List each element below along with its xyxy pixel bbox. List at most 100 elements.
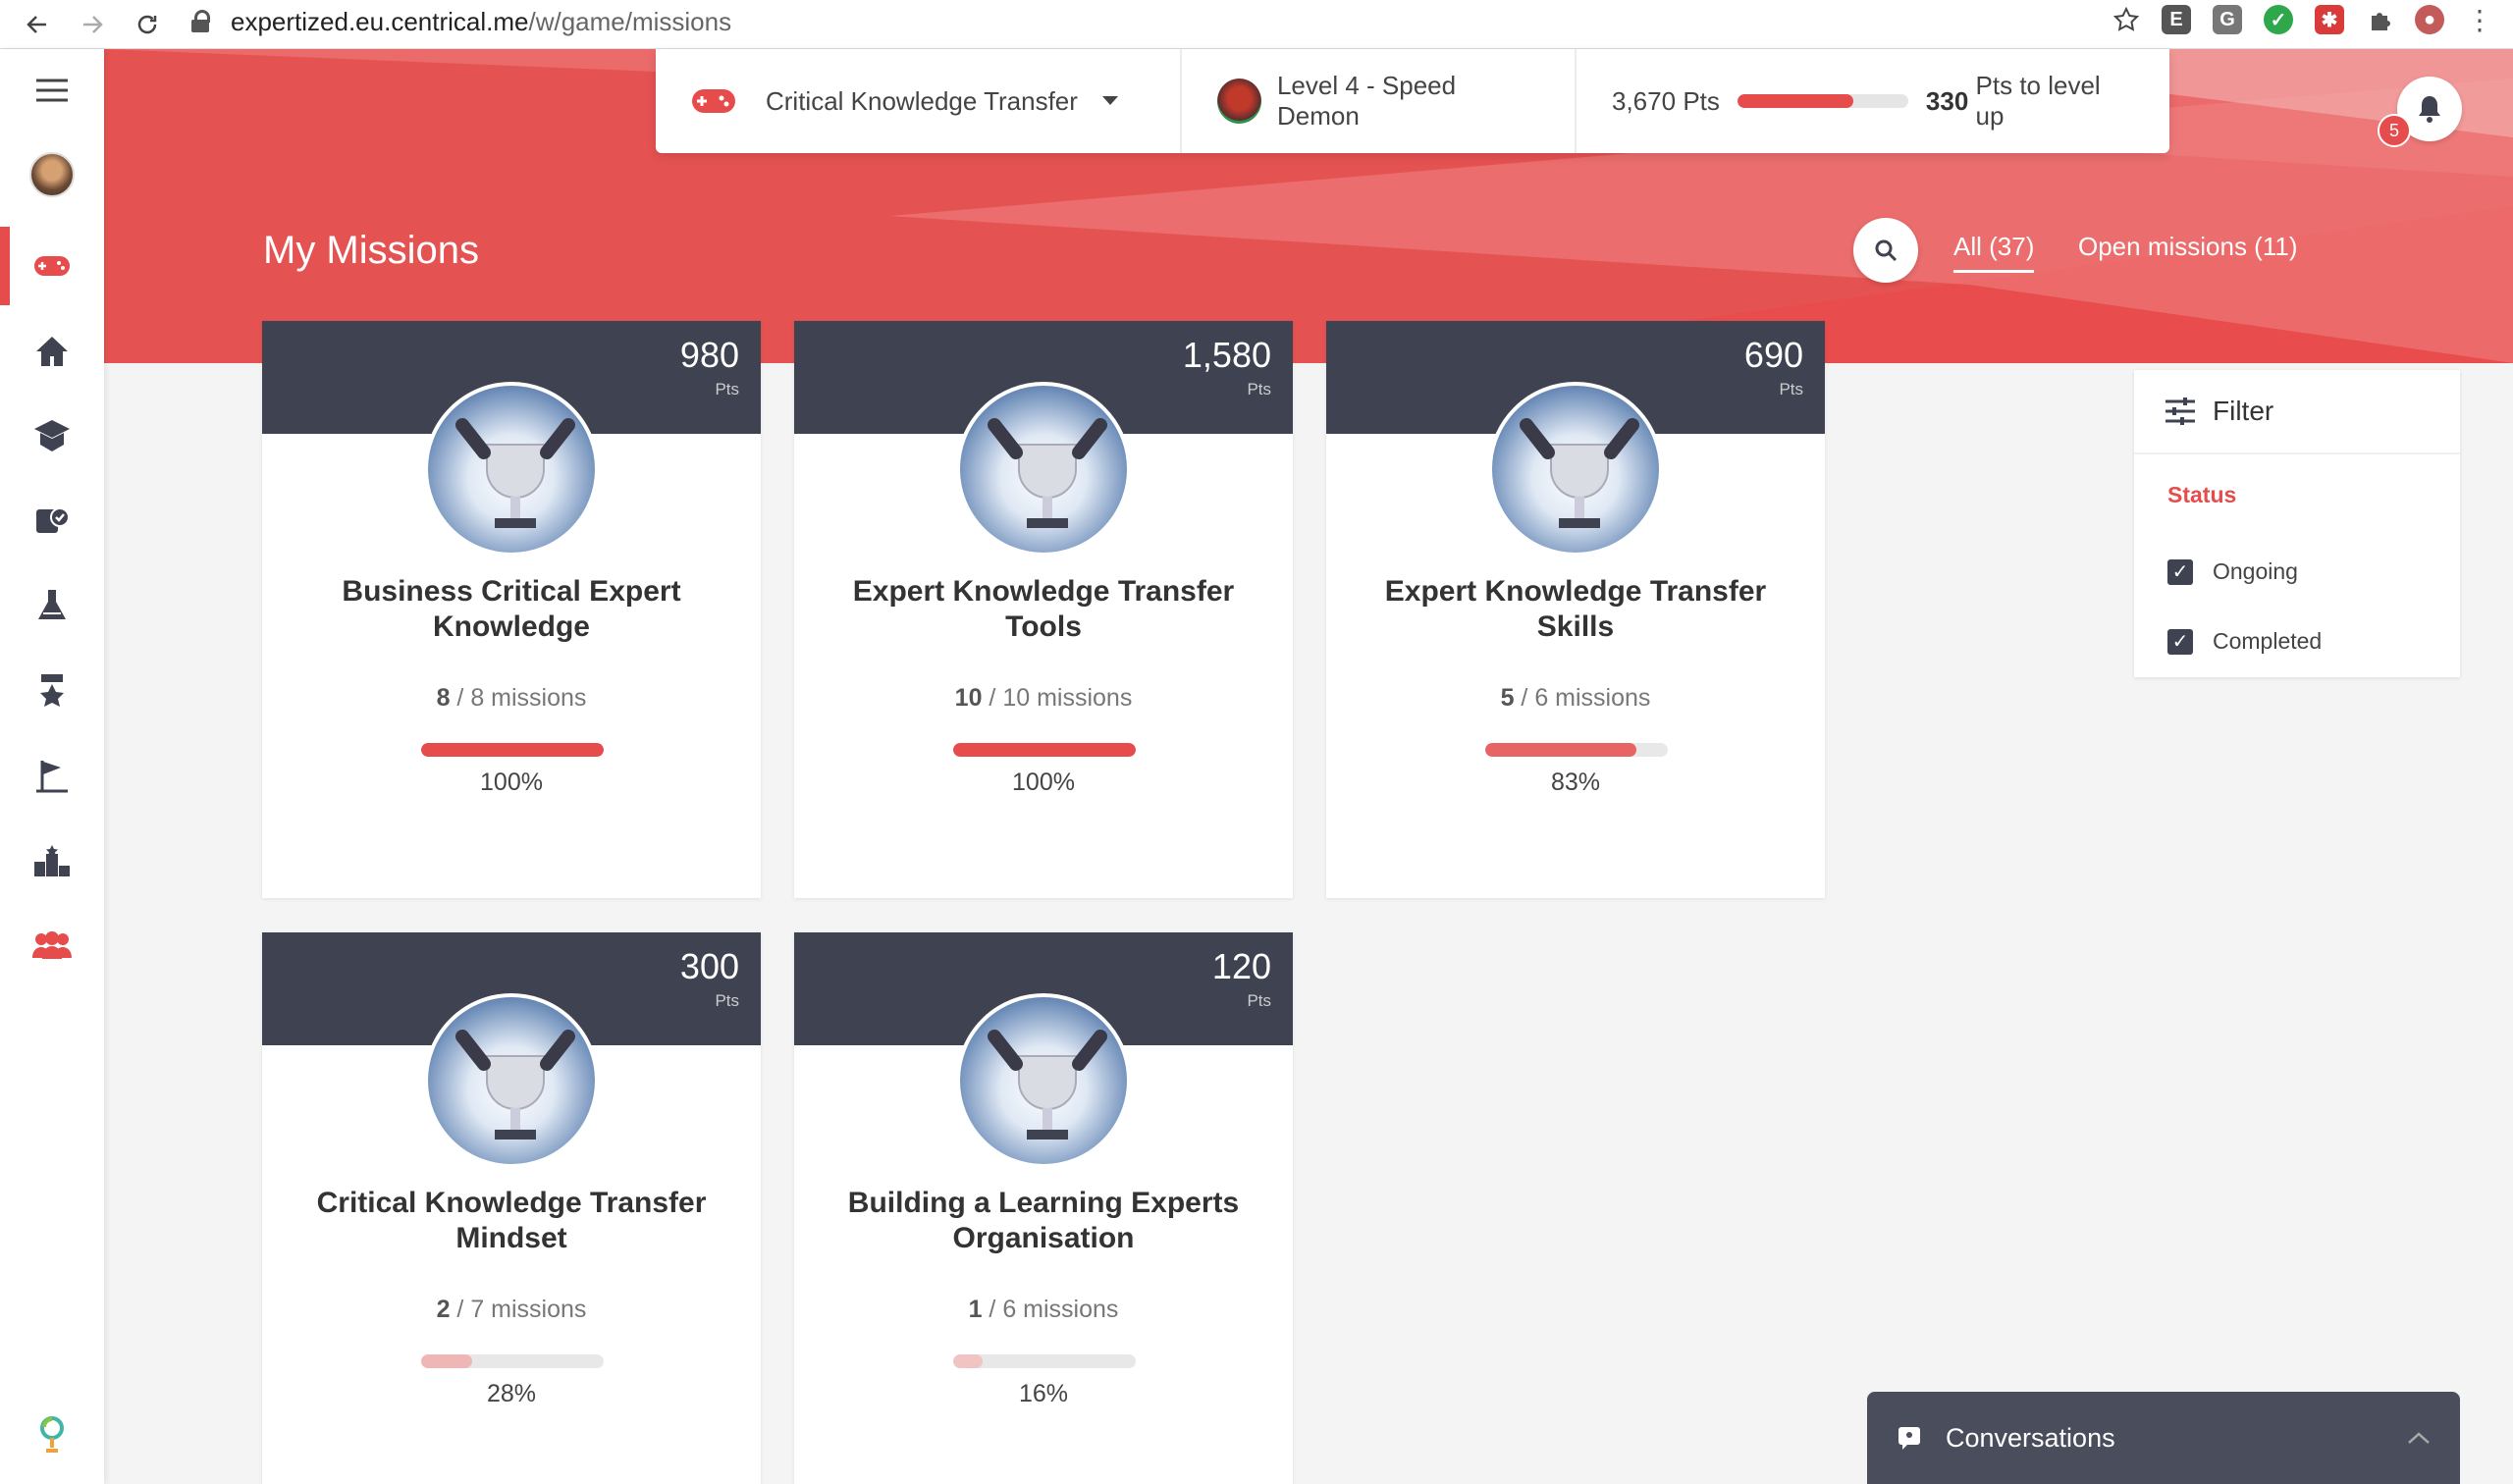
mission-points: 300 bbox=[679, 946, 739, 986]
url-host: expertized.eu.centrical.me bbox=[231, 6, 529, 36]
mission-progress-label: 100% bbox=[480, 768, 543, 796]
filter-title: Filter bbox=[2213, 396, 2274, 426]
challenge-icon bbox=[38, 590, 66, 619]
mission-progress-bar bbox=[421, 1354, 604, 1368]
mission-points-unit: Pts bbox=[1779, 380, 1803, 398]
game-name: Critical Knowledge Transfer bbox=[766, 85, 1078, 116]
conversations-label: Conversations bbox=[1946, 1422, 2115, 1453]
points-indicator: 3,670 Pts 330 Pts to level up bbox=[1577, 49, 2169, 153]
mission-title: Expert Knowledge Transfer Tools bbox=[852, 575, 1235, 643]
lock-icon bbox=[191, 10, 211, 33]
filter-option-completed[interactable]: ✓ Completed bbox=[2167, 628, 2322, 655]
address-bar[interactable]: expertized.eu.centrical.me/w/game/missio… bbox=[191, 2, 2076, 41]
sidebar-item-team[interactable] bbox=[0, 906, 104, 984]
sidebar-item-home[interactable] bbox=[0, 312, 104, 391]
level-up-points: 330 bbox=[1925, 85, 1969, 116]
profile-avatar-icon[interactable]: ● bbox=[2415, 5, 2444, 34]
sidebar-item-leaderboard[interactable] bbox=[0, 822, 104, 900]
conversations-panel[interactable]: Conversations bbox=[1867, 1392, 2460, 1484]
mission-title: Building a Learning Experts Organisation bbox=[847, 1187, 1240, 1254]
goals-icon bbox=[36, 761, 68, 793]
trophy-image bbox=[956, 382, 1131, 556]
extension-red-icon[interactable]: ✱ bbox=[2315, 5, 2344, 34]
filter-header[interactable]: Filter bbox=[2134, 370, 2460, 454]
mission-count: 10 / 10 missions bbox=[954, 684, 1133, 712]
sidebar bbox=[0, 49, 104, 1484]
mission-progress-bar bbox=[953, 1354, 1136, 1368]
trophy-image bbox=[424, 382, 599, 556]
extensions-puzzle-icon[interactable] bbox=[2366, 6, 2393, 33]
trophy-image bbox=[956, 993, 1131, 1168]
mission-card[interactable]: 690 Pts Expert Knowledge Transfer Skills … bbox=[1326, 321, 1825, 898]
browser-menu-icon[interactable]: ⋮ bbox=[2466, 4, 2493, 36]
mission-progress-label: 83% bbox=[1550, 768, 1601, 796]
mission-card[interactable]: 1,580 Pts Expert Knowledge Transfer Tools… bbox=[794, 321, 1293, 898]
level-indicator: Level 4 - Speed Demon bbox=[1182, 49, 1577, 153]
tab-open-missions[interactable]: Open missions (11) bbox=[2078, 232, 2298, 262]
mission-count: 2 / 7 missions bbox=[436, 1296, 587, 1323]
bookmark-star-icon[interactable] bbox=[2112, 6, 2140, 33]
back-icon[interactable] bbox=[20, 7, 55, 42]
team-icon bbox=[32, 931, 72, 959]
search-button[interactable] bbox=[1853, 218, 1918, 283]
forward-icon[interactable] bbox=[75, 7, 110, 42]
mission-points: 1,580 bbox=[1182, 335, 1271, 375]
game-status-bar: Critical Knowledge Transfer Level 4 - Sp… bbox=[656, 49, 2169, 153]
mission-progress-bar bbox=[1485, 743, 1668, 757]
filter-option-ongoing[interactable]: ✓ Ongoing bbox=[2167, 558, 2298, 585]
sidebar-item-games[interactable] bbox=[0, 227, 104, 305]
mission-points: 120 bbox=[1211, 946, 1271, 986]
game-controller-icon bbox=[692, 89, 735, 113]
mission-title: Critical Knowledge Transfer Mindset bbox=[316, 1187, 707, 1254]
sidebar-item-achievements[interactable] bbox=[0, 652, 104, 730]
reload-icon[interactable] bbox=[130, 7, 165, 42]
mission-card[interactable]: 980 Pts Business Critical Expert Knowledg… bbox=[262, 321, 761, 898]
mission-points-unit: Pts bbox=[1247, 380, 1271, 398]
avatar[interactable] bbox=[0, 135, 104, 214]
mission-points: 690 bbox=[1743, 335, 1803, 375]
mission-count: 5 / 6 missions bbox=[1500, 684, 1651, 712]
extension-evernote-icon[interactable]: E bbox=[2162, 5, 2191, 34]
sliders-icon bbox=[2165, 398, 2195, 425]
trophy-image bbox=[424, 993, 599, 1168]
learning-icon bbox=[34, 420, 70, 451]
extension-grammarly-icon[interactable]: G bbox=[2213, 5, 2242, 34]
mission-title: Expert Knowledge Transfer Skills bbox=[1384, 575, 1767, 643]
points-progress-bar bbox=[1737, 94, 1908, 108]
main-content: Critical Knowledge Transfer Level 4 - Sp… bbox=[104, 49, 2513, 1484]
notification-count-badge: 5 bbox=[2378, 114, 2411, 147]
points-value: 3,670 bbox=[1612, 85, 1677, 116]
mission-card[interactable]: 300 Pts Critical Knowledge Transfer Minds… bbox=[262, 932, 761, 1484]
sidebar-item-challenges[interactable] bbox=[0, 566, 104, 645]
game-selector[interactable]: Critical Knowledge Transfer bbox=[656, 49, 1182, 153]
brand-logo-icon bbox=[0, 1396, 104, 1474]
checkbox-checked-icon[interactable]: ✓ bbox=[2167, 558, 2193, 585]
tab-all[interactable]: All (37) bbox=[1953, 232, 2035, 273]
bell-icon bbox=[2419, 96, 2440, 123]
checkbox-checked-icon[interactable]: ✓ bbox=[2167, 628, 2193, 655]
extension-check-icon[interactable]: ✓ bbox=[2264, 5, 2293, 34]
mission-points-unit: Pts bbox=[715, 380, 739, 398]
url-path: /w/game/missions bbox=[528, 6, 732, 36]
filter-panel: Filter Status ✓ Ongoing ✓ Completed bbox=[2134, 370, 2460, 677]
mission-card[interactable]: 120 Pts Building a Learning Experts Organ… bbox=[794, 932, 1293, 1484]
chevron-up-icon[interactable] bbox=[2407, 1431, 2431, 1445]
points-unit: Pts bbox=[1683, 85, 1720, 116]
mission-points-unit: Pts bbox=[715, 991, 739, 1010]
menu-icon[interactable] bbox=[0, 51, 104, 130]
trophy-image bbox=[1488, 382, 1663, 556]
mission-points: 980 bbox=[679, 335, 739, 375]
mission-points-unit: Pts bbox=[1247, 991, 1271, 1010]
sidebar-item-tasks[interactable] bbox=[0, 482, 104, 560]
mission-count: 1 / 6 missions bbox=[968, 1296, 1119, 1323]
sidebar-item-goals[interactable] bbox=[0, 737, 104, 816]
page-title: My Missions bbox=[263, 229, 480, 272]
search-icon bbox=[1875, 239, 1898, 262]
chevron-down-icon bbox=[1101, 96, 1118, 105]
home-icon bbox=[36, 337, 68, 366]
mission-progress-label: 28% bbox=[486, 1380, 537, 1407]
sidebar-item-learning[interactable] bbox=[0, 397, 104, 475]
level-avatar bbox=[1217, 79, 1261, 124]
mission-count: 8 / 8 missions bbox=[436, 684, 587, 712]
leaderboard-icon bbox=[34, 845, 70, 876]
